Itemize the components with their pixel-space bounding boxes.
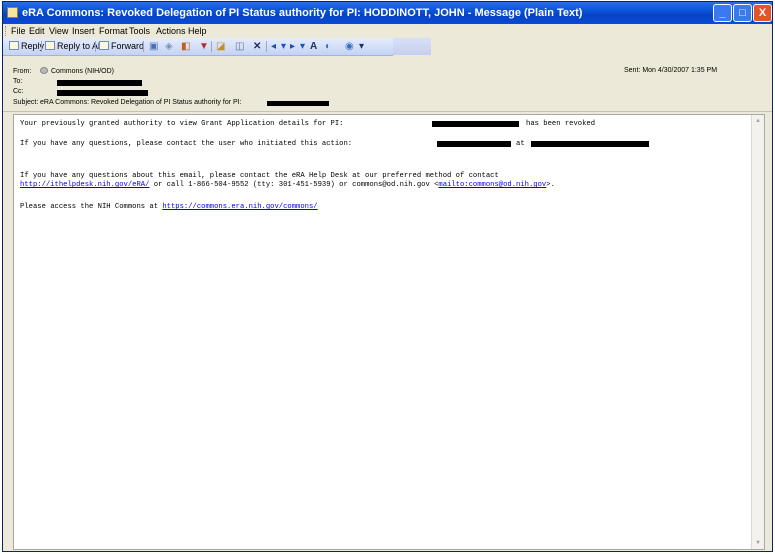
scroll-up-icon[interactable]: ▲	[752, 116, 764, 126]
cc-label: Cc:	[13, 88, 24, 95]
from-label: From:	[13, 68, 32, 75]
toolbar-separator	[95, 41, 96, 52]
body-text: has been revoked	[526, 120, 596, 128]
subject-value: eRA Commons: Revoked Delegation of PI St…	[40, 99, 242, 106]
forward-icon	[99, 41, 109, 50]
sender-icon	[40, 67, 48, 74]
body-text: or call 1-866-504-9552 (tty: 301-451-593…	[149, 181, 439, 189]
minimize-button[interactable]: _	[713, 4, 732, 22]
flag-icon[interactable]: ▼	[199, 42, 209, 52]
find-icon[interactable]: ◐	[325, 42, 331, 52]
body-line-4: http://ithelpdesk.nih.gov/eRA/ or call 1…	[20, 181, 555, 189]
body-text: at	[516, 140, 525, 148]
print-icon[interactable]: ▣	[149, 42, 158, 52]
vertical-scrollbar[interactable]: ▲ ▼	[751, 115, 764, 549]
reply-icon	[9, 41, 19, 50]
toolbar-options-icon[interactable]: ▾	[359, 42, 364, 52]
to-redacted	[57, 80, 142, 86]
menu-insert[interactable]: Insert	[72, 24, 95, 38]
sent-value: Mon 4/30/2007 1:35 PM	[642, 67, 718, 74]
mailto-link[interactable]: mailto:commons@od.nih.gov	[438, 181, 546, 189]
subject-label: Subject:	[13, 99, 39, 106]
helpdesk-link[interactable]: http://ithelpdesk.nih.gov/eRA/	[20, 181, 149, 189]
forward-label: Forward	[111, 41, 145, 51]
toolbar-separator	[211, 41, 212, 52]
close-button[interactable]: X	[753, 4, 772, 22]
toolbar-separator	[143, 41, 144, 52]
body-text: If you have any questions about this ema…	[20, 172, 499, 180]
initiator-name-redacted	[437, 141, 511, 147]
body-line-1-end: has been revoked	[526, 120, 595, 128]
menu-file[interactable]: File	[11, 24, 26, 38]
sent-line: Sent: Mon 4/30/2007 1:35 PM	[624, 67, 717, 74]
forward-button[interactable]: Forward	[99, 38, 144, 55]
menu-bar: File Edit View Insert Format Tools Actio…	[3, 24, 772, 38]
cc-redacted	[57, 90, 148, 96]
menu-edit[interactable]: Edit	[29, 24, 45, 38]
menu-view[interactable]: View	[49, 24, 68, 38]
categorize-icon[interactable]: ◪	[216, 42, 225, 52]
toolbar: Reply Reply to All Forward ▣ ◈ ◧ ▼ ◪ ◫ ✕…	[3, 38, 393, 56]
reply-button[interactable]: Reply	[9, 38, 44, 55]
message-body[interactable]: Your previously granted authority to vie…	[13, 114, 765, 550]
help-icon[interactable]: ◉	[345, 42, 354, 52]
delete-icon[interactable]: ✕	[253, 42, 261, 52]
body-line-5: Please access the NIH Commons at https:/…	[20, 203, 318, 211]
message-icon	[7, 7, 18, 18]
subject-redacted	[267, 101, 329, 106]
menu-help[interactable]: Help	[188, 24, 207, 38]
move-to-folder-icon[interactable]: ◧	[181, 42, 190, 52]
toolbar-separator	[266, 41, 267, 52]
body-line-3: If you have any questions about this ema…	[20, 172, 499, 180]
title-bar[interactable]: eRA Commons: Revoked Delegation of PI St…	[3, 2, 772, 24]
body-text: >.	[546, 181, 555, 189]
body-text: If you have any questions, please contac…	[20, 140, 353, 148]
menu-grip[interactable]	[5, 26, 8, 36]
body-line-2: If you have any questions, please contac…	[20, 140, 352, 148]
body-line-1: Your previously granted authority to vie…	[20, 120, 344, 128]
menu-actions[interactable]: Actions	[156, 24, 186, 38]
window-title: eRA Commons: Revoked Delegation of PI St…	[22, 7, 583, 19]
sent-label: Sent:	[624, 67, 641, 74]
to-label: To:	[13, 78, 23, 85]
body-text: Please access the NIH Commons at	[20, 203, 163, 211]
toolbar-separator	[41, 41, 42, 52]
scroll-down-icon[interactable]: ▼	[752, 538, 764, 548]
reply-all-icon	[45, 41, 55, 50]
next-dropdown-icon[interactable]: ▾	[300, 42, 305, 52]
message-window: eRA Commons: Revoked Delegation of PI St…	[2, 1, 773, 552]
reply-all-button[interactable]: Reply to All	[45, 38, 102, 55]
body-line-2-mid: at	[516, 140, 525, 148]
next-item-icon[interactable]: ▸	[290, 42, 295, 52]
rules-icon[interactable]: ◫	[235, 42, 244, 52]
previous-item-icon[interactable]: ◂	[271, 42, 276, 52]
pi-name-redacted	[432, 121, 519, 127]
maximize-button[interactable]: □	[733, 4, 752, 22]
body-text: Your previously granted authority to vie…	[20, 120, 344, 128]
menu-format[interactable]: Format	[99, 24, 128, 38]
font-size-icon[interactable]: A	[310, 42, 317, 52]
toolbar-background	[393, 38, 431, 55]
initiator-contact-redacted	[531, 141, 649, 147]
menu-tools[interactable]: Tools	[129, 24, 150, 38]
message-header: From: Commons (NIH/OD) To: Cc: Subject: …	[3, 56, 772, 112]
send-receive-icon[interactable]: ◈	[165, 42, 173, 52]
commons-link[interactable]: https://commons.era.nih.gov/commons/	[162, 203, 317, 211]
from-value[interactable]: Commons (NIH/OD)	[51, 68, 114, 75]
previous-dropdown-icon[interactable]: ▾	[281, 42, 286, 52]
